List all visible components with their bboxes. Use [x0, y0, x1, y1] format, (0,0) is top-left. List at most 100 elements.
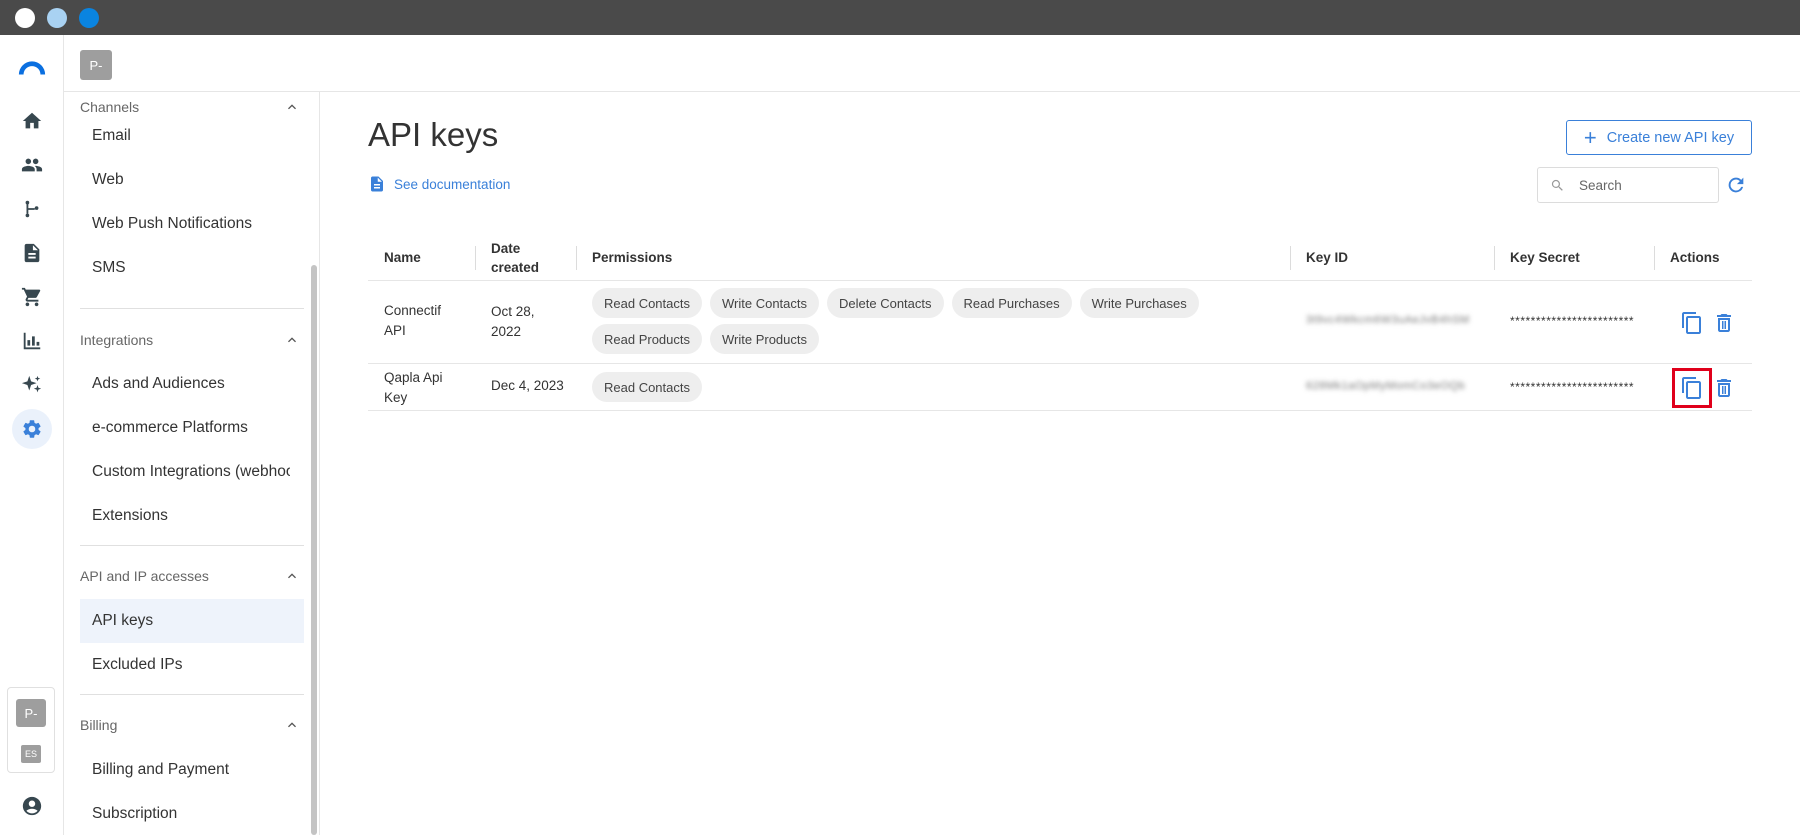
permission-chip: Read Contacts [592, 372, 702, 402]
search-icon [1551, 179, 1563, 191]
page-title: API keys [368, 116, 499, 153]
permission-chip: Write Purchases [1079, 288, 1199, 318]
sidebar-item-ads-audiences[interactable]: Ads and Audiences [80, 362, 304, 406]
window-minimize-dot[interactable] [47, 8, 67, 28]
key-name-line1: Connectif [384, 303, 442, 318]
column-separator [576, 246, 577, 270]
sidebar-item-web[interactable]: Web [80, 158, 304, 202]
sidebar-item-subscription[interactable]: Subscription [80, 792, 304, 835]
main-content: API keys See documentation + Create new … [320, 92, 1800, 835]
section-title: API and IP accesses [80, 568, 209, 584]
column-separator [1654, 246, 1655, 270]
chevron-up-icon[interactable] [284, 717, 300, 733]
table-header: Name Date created Permissions Key ID Key… [368, 234, 1752, 281]
sidebar-item-custom-integrations[interactable]: Custom Integrations (webhooks) [80, 450, 290, 494]
home-icon[interactable] [16, 105, 48, 137]
column-separator [1494, 246, 1495, 270]
chevron-up-icon[interactable] [284, 99, 300, 115]
column-header-name: Name [384, 250, 421, 265]
chevron-up-icon[interactable] [284, 568, 300, 584]
column-header-permissions: Permissions [592, 250, 673, 265]
date-line2: 2022 [491, 324, 522, 339]
key-id-value: 628Mk1aOpMyMomCo3eOQb [1306, 380, 1466, 392]
contacts-icon[interactable] [16, 149, 48, 181]
see-documentation-label: See documentation [394, 176, 511, 192]
permissions-list: Read Contacts [592, 372, 1282, 408]
permission-chip: Read Purchases [951, 288, 1072, 318]
trash-icon[interactable] [1712, 376, 1736, 400]
plus-icon: + [1583, 124, 1597, 150]
permission-chip: Write Products [710, 324, 820, 354]
date-line1: Dec 4, 2023 [491, 378, 564, 393]
api-keys-table: Name Date created Permissions Key ID Key… [368, 234, 1752, 411]
key-name-line2: API [384, 323, 406, 338]
search-input[interactable] [1579, 177, 1699, 193]
date-line1: Oct 28, [491, 304, 535, 319]
column-separator [475, 246, 476, 270]
account-switcher[interactable] [7, 687, 55, 773]
key-secret-value: ************************ [1510, 314, 1635, 328]
column-header-key-secret: Key Secret [1510, 250, 1580, 265]
key-id-value: 3t9vc4Wkcm6W3uAeJvB4hSM [1306, 314, 1470, 326]
copy-highlight-box [1672, 368, 1712, 408]
sidebar-item-web-push[interactable]: Web Push Notifications [80, 202, 304, 246]
sidebar-item-email[interactable]: Email [80, 114, 304, 158]
copy-icon[interactable] [1680, 311, 1704, 335]
logo-icon[interactable] [16, 51, 48, 83]
sidebar-scrollbar[interactable] [311, 265, 317, 835]
sidebar-item-extensions[interactable]: Extensions [80, 494, 304, 538]
section-header-billing[interactable]: Billing [80, 710, 300, 740]
section-title: Channels [80, 99, 140, 115]
column-header-actions: Actions [1670, 250, 1720, 265]
chevron-up-icon[interactable] [284, 332, 300, 348]
automation-icon[interactable] [16, 193, 48, 225]
date-created: Oct 28, 2022 [491, 302, 535, 342]
sidebar-item-ecommerce-platforms[interactable]: e-commerce Platforms [80, 406, 304, 450]
column-header-key-id: Key ID [1306, 250, 1349, 265]
settings-sidebar: Channels Email Web Web Push Notification… [64, 92, 320, 835]
create-api-key-button[interactable]: + Create new API key [1566, 120, 1752, 155]
permission-chip: Write Contacts [710, 288, 820, 318]
document-icon[interactable] [16, 237, 48, 269]
section-divider [80, 694, 304, 695]
permissions-list: Read Contacts Write Contacts Delete Cont… [592, 288, 1282, 360]
key-name: Connectif API [384, 301, 441, 341]
key-name: Qapla Api Key [384, 368, 443, 408]
sparkle-icon[interactable] [16, 369, 48, 401]
key-name-line1: Qapla Api [384, 370, 443, 385]
table-row: Connectif API Oct 28, 2022 Read Contacts… [368, 281, 1752, 364]
account-avatar[interactable]: P- [80, 50, 112, 80]
refresh-icon[interactable] [1725, 174, 1747, 196]
sidebar-item-excluded-ips[interactable]: Excluded IPs [80, 643, 304, 687]
permission-chip: Read Products [592, 324, 702, 354]
user-profile-icon[interactable] [16, 790, 48, 822]
search-box[interactable] [1537, 167, 1719, 203]
create-api-key-label: Create new API key [1606, 129, 1735, 146]
chart-icon[interactable] [16, 325, 48, 357]
column-separator [1290, 246, 1291, 270]
app-rail: P- ES [0, 35, 64, 835]
section-divider [80, 545, 304, 546]
date-created: Dec 4, 2023 [491, 378, 564, 393]
key-secret-value: ************************ [1510, 380, 1635, 394]
section-title: Billing [80, 717, 118, 733]
permission-chip: Read Contacts [592, 288, 702, 318]
sidebar-item-billing-payment[interactable]: Billing and Payment [80, 748, 304, 792]
window-close-dot[interactable] [15, 8, 35, 28]
see-documentation-link[interactable]: See documentation [368, 174, 510, 194]
cart-icon[interactable] [16, 281, 48, 313]
section-header-integrations[interactable]: Integrations [80, 325, 300, 355]
section-divider [80, 308, 304, 309]
column-header-date: Date created [491, 234, 539, 281]
table-row: Qapla Api Key Dec 4, 2023 Read Contacts … [368, 364, 1752, 411]
window-titlebar [0, 0, 1800, 35]
trash-icon[interactable] [1712, 311, 1736, 335]
section-header-api-ip[interactable]: API and IP accesses [80, 561, 300, 591]
settings-icon[interactable] [12, 409, 52, 449]
section-title: Integrations [80, 332, 154, 348]
sidebar-item-api-keys[interactable]: API keys [80, 599, 304, 643]
date-header-line1: Date [491, 240, 521, 256]
document-icon [371, 176, 383, 192]
sidebar-item-sms[interactable]: SMS [80, 246, 304, 290]
window-maximize-dot[interactable] [79, 8, 99, 28]
